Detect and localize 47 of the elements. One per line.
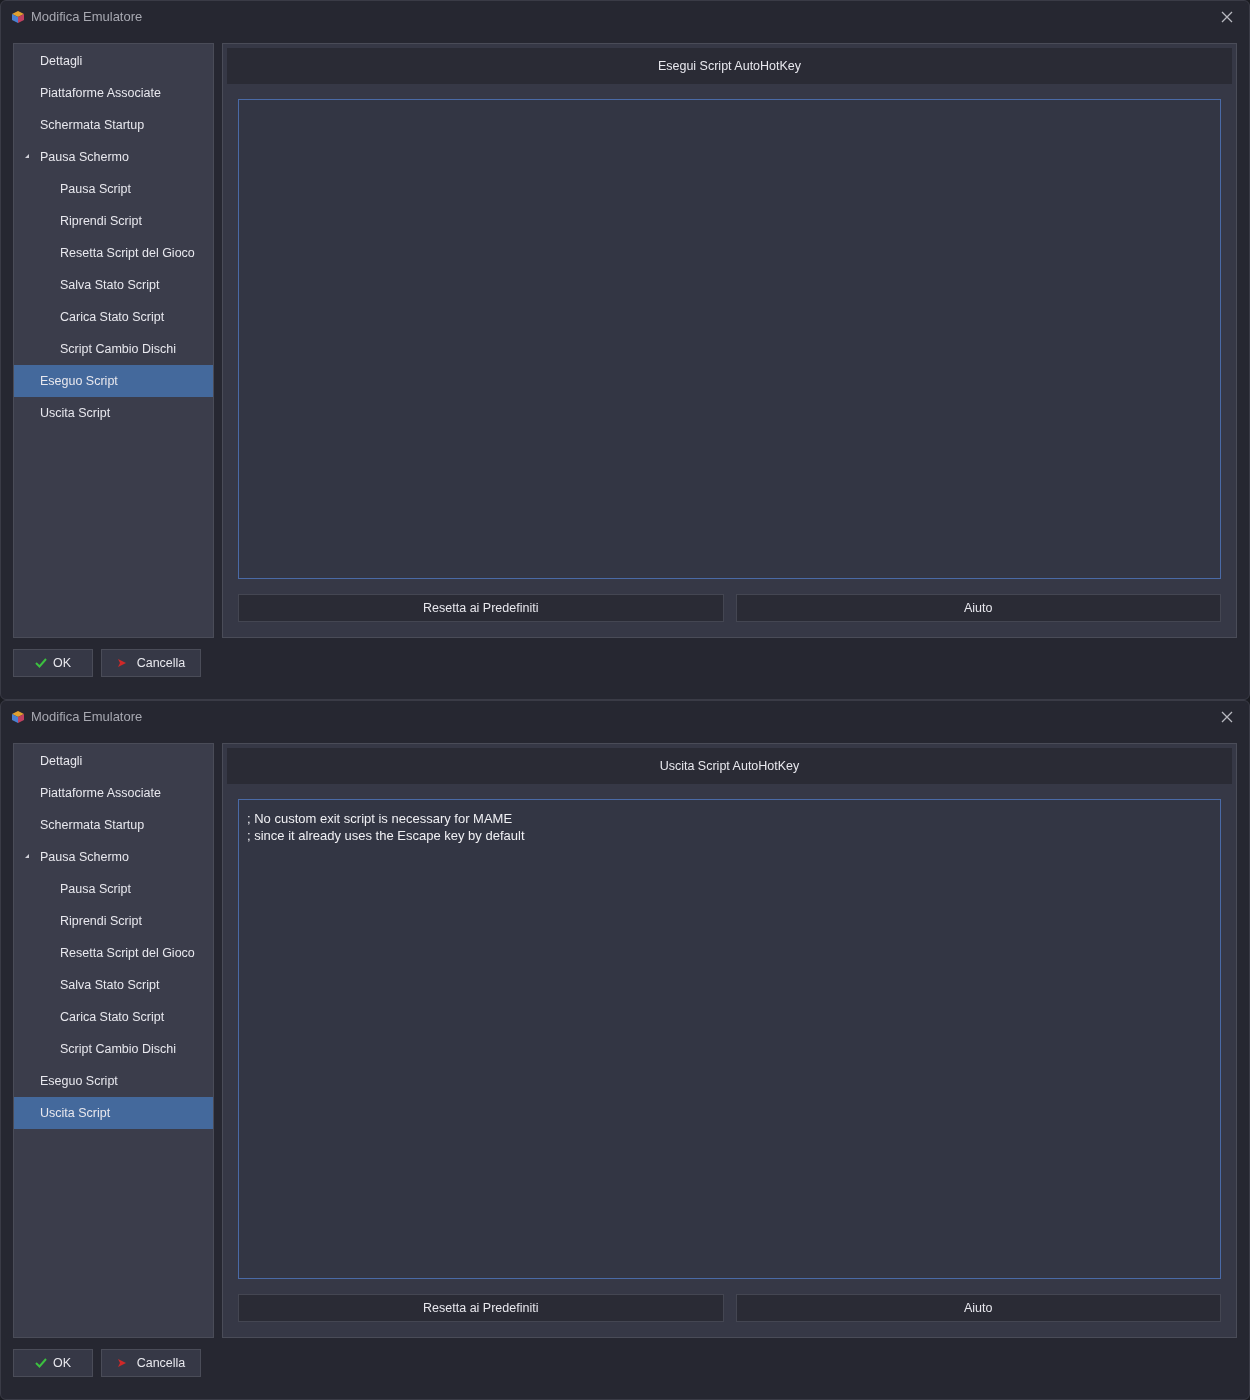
tree-item[interactable]: Eseguo Script: [14, 1065, 213, 1097]
cancel-icon: [116, 1358, 127, 1368]
tree-item[interactable]: Script Cambio Dischi: [14, 333, 213, 365]
checkmark-icon: [34, 1358, 47, 1368]
cube-icon: [11, 710, 25, 724]
tree-item[interactable]: Carica Stato Script: [14, 1001, 213, 1033]
action-button[interactable]: Resetta ai Predefiniti: [238, 1294, 724, 1322]
close-button[interactable]: [1219, 709, 1235, 725]
script-editor[interactable]: ; No custom exit script is necessary for MAME ; since it already uses the Escape key by default: [238, 799, 1221, 1279]
cancel-button[interactable]: Cancella: [101, 649, 201, 677]
tree-item[interactable]: Riprendi Script: [14, 205, 213, 237]
tree-item[interactable]: Uscita Script: [14, 397, 213, 429]
tree-item[interactable]: Piattaforme Associate: [14, 777, 213, 809]
action-button[interactable]: Resetta ai Predefiniti: [238, 594, 724, 622]
ok-button[interactable]: OK: [13, 1349, 93, 1377]
tree-item[interactable]: Dettagli: [14, 745, 213, 777]
cube-icon: [11, 10, 25, 24]
tree-item[interactable]: Schermata Startup: [14, 109, 213, 141]
close-button[interactable]: [1219, 9, 1235, 25]
window-title: Modifica Emulatore: [31, 708, 144, 727]
tree-item[interactable]: Schermata Startup: [14, 809, 213, 841]
tree-item[interactable]: Pausa Schermo: [14, 141, 213, 173]
expand-arrow-icon[interactable]: [24, 153, 30, 159]
tree-item[interactable]: Pausa Script: [14, 873, 213, 905]
panel-header: Esegui Script AutoHotKey: [227, 48, 1232, 84]
action-button[interactable]: Aiuto: [735, 1294, 1221, 1322]
tree-item[interactable]: Salva Stato Script: [14, 269, 213, 301]
tree-item[interactable]: Dettagli: [14, 45, 213, 77]
tree-item[interactable]: Piattaforme Associate: [14, 77, 213, 109]
ok-button[interactable]: OK: [13, 649, 93, 677]
tree-item[interactable]: Resetta Script del Gioco: [14, 937, 213, 969]
panel-header: Uscita Script AutoHotKey: [227, 748, 1232, 784]
tree-item[interactable]: Script Cambio Dischi: [14, 1033, 213, 1065]
tree-item[interactable]: Eseguo Script: [14, 365, 213, 397]
tree-item[interactable]: Pausa Script: [14, 173, 213, 205]
cancel-icon: [116, 658, 127, 668]
tree-item[interactable]: Uscita Script: [14, 1097, 213, 1129]
window-title: Modifica Emulatore: [31, 8, 144, 27]
tree-item[interactable]: Pausa Schermo: [14, 841, 213, 873]
tree-item[interactable]: Carica Stato Script: [14, 301, 213, 333]
cancel-button[interactable]: Cancella: [101, 1349, 201, 1377]
tree-item[interactable]: Salva Stato Script: [14, 969, 213, 1001]
expand-arrow-icon[interactable]: [24, 853, 30, 859]
tree-item[interactable]: Resetta Script del Gioco: [14, 237, 213, 269]
action-button[interactable]: Aiuto: [735, 594, 1221, 622]
checkmark-icon: [34, 658, 47, 668]
tree-item[interactable]: Riprendi Script: [14, 905, 213, 937]
